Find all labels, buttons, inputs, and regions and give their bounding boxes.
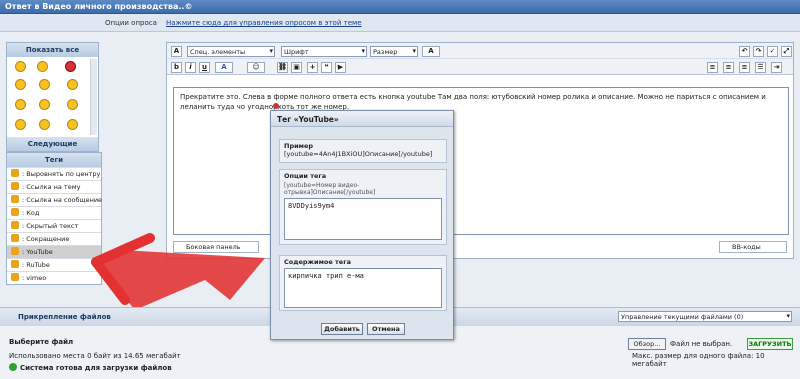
tag-icon (11, 247, 19, 255)
tag-icon (11, 208, 19, 216)
font-select[interactable]: Шрифт (281, 46, 367, 57)
tag-icon (11, 195, 19, 203)
attach-title: Прикрепление файлов (18, 313, 111, 321)
tags-panel: Теги : Выровнять по центру : Ссылка на т… (6, 152, 102, 285)
media-icon[interactable]: ▶ (335, 62, 346, 73)
smiley-insert-icon[interactable]: ☺ (247, 62, 265, 73)
spellcheck-icon[interactable]: ✓ (767, 46, 778, 57)
smilies-panel: Показать все Следующие (6, 42, 99, 152)
content-label: Содержимое тега (284, 258, 351, 266)
tag-hidden[interactable]: : Скрытый текст (7, 219, 101, 232)
example-fieldset: Пример [youtube=4An4J1BXiOU]Описание[/yo… (279, 139, 447, 163)
smiley-icon[interactable] (67, 119, 78, 130)
ready-text: Система готова для загрузки файлов (20, 364, 172, 372)
tag-post-link[interactable]: : Ссылка на сообщение (7, 193, 102, 206)
example-label: Пример (284, 142, 314, 150)
choose-file-label: Выберите файл (9, 338, 74, 346)
tag-center[interactable]: : Выровнять по центру (7, 167, 101, 180)
tag-icon (11, 273, 19, 281)
editor-toolbar-top: A Спец. элементы Шрифт Размер A ↶ ↷ ✓ ⤢ (167, 43, 793, 59)
tag-icon (11, 221, 19, 229)
smiley-icon[interactable] (67, 79, 78, 90)
options-fieldset: Опции тега [youtube=Номер видео-отрывка]… (279, 169, 447, 245)
smilies-scrollbar[interactable] (90, 59, 97, 135)
smiley-icon[interactable] (15, 119, 26, 130)
editor: A Спец. элементы Шрифт Размер A ↶ ↷ ✓ ⤢ … (166, 42, 794, 259)
options-hint: [youtube=Номер видео-отрывка]Описание[/y… (284, 182, 376, 196)
italic-button[interactable]: i (185, 62, 196, 73)
smiley-icon[interactable] (15, 79, 26, 90)
text-color-button[interactable]: A (215, 62, 233, 73)
add-button[interactable]: Добавить (321, 323, 363, 335)
ready-icon (9, 363, 17, 371)
cancel-button[interactable]: Отмена (367, 323, 405, 335)
editor-toolbar-bottom: b i u A ☺ ⛓ ▣ + ❝ ▶ ≡ ≡ ≡ ☰ ⇥ (167, 59, 793, 75)
smiley-icon[interactable] (39, 119, 50, 130)
align-center-icon[interactable]: ≡ (723, 62, 734, 73)
tag-topic-link[interactable]: : Ссылка на тему (7, 180, 101, 193)
smiley-icon[interactable] (15, 99, 26, 110)
redo-icon[interactable]: ↷ (753, 46, 764, 57)
example-text: [youtube=4An4J1BXiOU]Описание[/youtube] (284, 150, 433, 158)
smiley-icon[interactable] (39, 99, 50, 110)
smiley-icon[interactable] (37, 61, 48, 72)
list-icon[interactable]: ☰ (755, 62, 766, 73)
tag-youtube[interactable]: : YouTube (7, 245, 101, 258)
resize-icon[interactable]: ⤢ (781, 46, 792, 57)
upload-button[interactable]: ЗАГРУЗИТЬ (747, 338, 793, 350)
options-link[interactable]: Нажмите сюда для управления опросом в эт… (166, 19, 362, 27)
content-fieldset: Содержимое тега кирпичка трип е-ма (279, 255, 447, 311)
options-label: Опции опроса (105, 19, 157, 27)
bb-codes-button[interactable]: ВВ-коды (719, 241, 787, 253)
font-color-button[interactable]: A (422, 46, 440, 57)
size-select[interactable]: Размер (370, 46, 418, 57)
undo-icon[interactable]: ↶ (739, 46, 750, 57)
show-all-smilies[interactable]: Показать все (7, 43, 98, 57)
dialog-title: Тег «YouTube» (271, 111, 453, 127)
options-bar: Опции опроса Нажмите сюда для управления… (0, 14, 800, 32)
tag-icon (11, 260, 19, 268)
content-input[interactable]: кирпичка трип е-ма (284, 268, 442, 308)
options-label: Опции тега (284, 172, 327, 180)
close-icon[interactable] (273, 103, 279, 109)
manage-files-select[interactable]: Управление текущими файлами (0) (618, 311, 792, 322)
tags-title: Теги (7, 153, 101, 167)
smiley-icon[interactable] (67, 99, 78, 110)
bold-button[interactable]: b (171, 62, 182, 73)
usage-text: Использовано места 0 байт из 14.65 мегаб… (9, 352, 181, 360)
browse-button[interactable]: Обзор... (628, 338, 666, 350)
side-panel-button[interactable]: Боковая панель (173, 241, 259, 253)
tag-icon (11, 169, 19, 177)
special-elements-select[interactable]: Спец. элементы (187, 46, 275, 57)
indent-icon[interactable]: ⇥ (771, 62, 782, 73)
option-input[interactable]: 8VDDyis9ym4 (284, 198, 442, 240)
align-left-icon[interactable]: ≡ (707, 62, 718, 73)
link-icon[interactable]: ⛓ (277, 62, 288, 73)
tag-vimeo[interactable]: : vimeo (7, 271, 101, 284)
tag-icon (11, 234, 19, 242)
window-title: Ответ в Видео личного производства..© (0, 0, 800, 14)
image-icon[interactable]: ▣ (291, 62, 302, 73)
tag-code[interactable]: : Код (7, 206, 101, 219)
smilies-grid (7, 57, 98, 137)
message-textarea[interactable]: Прекратите это. Слева в форме полного от… (173, 87, 789, 235)
tag-abbr[interactable]: : Сокращение (7, 232, 101, 245)
max-size-text: Макс. размер для одного файла: 10 мегаба… (632, 352, 765, 368)
next-smilies[interactable]: Следующие (7, 137, 98, 151)
smiley-icon[interactable] (39, 79, 50, 90)
tag-rutube[interactable]: : RuTube (7, 258, 101, 271)
quote-icon[interactable]: ❝ (321, 62, 332, 73)
insert-icon[interactable]: + (307, 62, 318, 73)
underline-button[interactable]: u (199, 62, 210, 73)
align-right-icon[interactable]: ≡ (739, 62, 750, 73)
clear-format-button[interactable]: A (171, 46, 182, 57)
tag-icon (11, 182, 19, 190)
youtube-tag-dialog: Тег «YouTube» Пример [youtube=4An4J1BXiO… (270, 103, 454, 340)
smiley-icon[interactable] (15, 61, 26, 72)
smiley-icon[interactable] (65, 61, 76, 72)
no-file-text: Файл не выбран. (670, 340, 733, 348)
